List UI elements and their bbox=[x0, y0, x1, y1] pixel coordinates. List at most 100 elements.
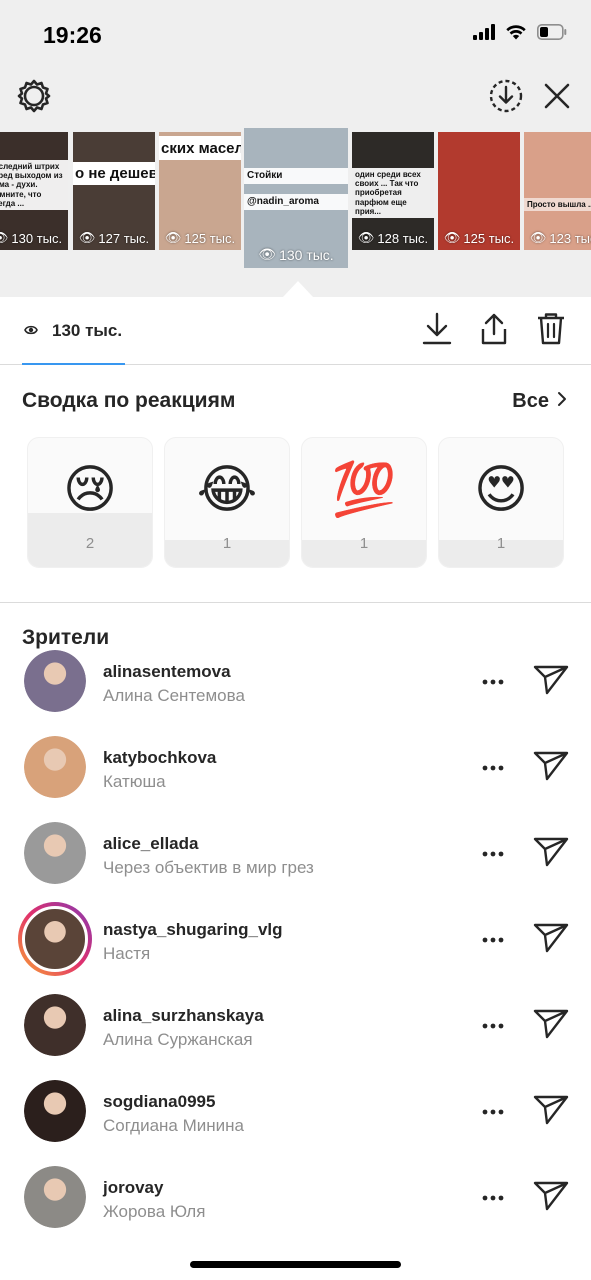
crying-face-emoji: 😢 bbox=[62, 460, 118, 520]
story-thumbnail-strip[interactable]: последний штрих перед выходом из дома - … bbox=[0, 128, 591, 273]
signal-icon bbox=[473, 24, 495, 45]
section-divider bbox=[0, 602, 591, 603]
viewer-row[interactable]: nastya_shugaring_vlg Настя bbox=[0, 896, 591, 982]
avatar[interactable] bbox=[24, 1166, 86, 1228]
viewer-more-button[interactable] bbox=[478, 666, 508, 696]
more-dots-icon bbox=[482, 1188, 504, 1206]
viewer-username[interactable]: katybochkova bbox=[103, 748, 216, 768]
reactions-summary: 😢 2 😂 1 💯 1 😍 1 bbox=[27, 437, 564, 568]
story-thumbnail-views: 👁 127 тыс. bbox=[78, 230, 150, 246]
viewer-username[interactable]: nastya_shugaring_vlg bbox=[103, 920, 283, 940]
reaction-count: 2 bbox=[85, 535, 95, 552]
viewer-more-button[interactable] bbox=[478, 752, 508, 782]
story-thumbnail[interactable]: о не дешевая за 1190Р за 👁127 тыс. bbox=[73, 132, 155, 250]
avatar[interactable] bbox=[18, 902, 92, 976]
eye-icon: 👁 bbox=[357, 230, 375, 245]
trash-icon bbox=[536, 312, 566, 351]
home-indicator[interactable] bbox=[190, 1261, 401, 1268]
download-button[interactable] bbox=[419, 312, 455, 351]
viewer-more-button[interactable] bbox=[478, 838, 508, 868]
send-message-button[interactable] bbox=[531, 834, 571, 874]
reaction-card[interactable]: 💯 1 bbox=[301, 437, 427, 568]
send-message-button[interactable] bbox=[531, 920, 571, 960]
viewer-username[interactable]: sogdiana0995 bbox=[103, 1092, 215, 1112]
paper-plane-icon bbox=[533, 1180, 569, 1217]
viewer-username[interactable]: alice_ellada bbox=[103, 834, 198, 854]
hundred-points-emoji: 💯 bbox=[331, 460, 397, 520]
story-thumbnail-caption: @nadin_aroma bbox=[244, 194, 348, 210]
share-button[interactable] bbox=[476, 313, 512, 349]
reaction-card[interactable]: 😍 1 bbox=[438, 437, 564, 568]
avatar[interactable] bbox=[24, 650, 86, 712]
story-thumbnail-caption: ских масел🔥 @nadin_a bbox=[159, 136, 241, 160]
reaction-card[interactable]: 😢 2 bbox=[27, 437, 153, 568]
story-thumbnail[interactable]: один среди всех своих ... Так что приобр… bbox=[352, 132, 434, 250]
more-dots-icon bbox=[482, 844, 504, 862]
viewer-more-button[interactable] bbox=[478, 1010, 508, 1040]
story-stats-bar: 130 тыс. bbox=[0, 297, 591, 365]
paper-plane-icon bbox=[533, 1094, 569, 1131]
viewer-full-name: Алина Сентемова bbox=[103, 686, 245, 705]
status-bar: 19:26 bbox=[0, 0, 591, 70]
delete-button[interactable] bbox=[533, 312, 569, 351]
avatar[interactable] bbox=[24, 736, 86, 798]
story-thumbnail-views: 👁 130 тыс. bbox=[0, 230, 68, 246]
avatar[interactable] bbox=[24, 1080, 86, 1142]
story-thumbnail-views: 👁 128 тыс. bbox=[357, 230, 429, 246]
avatar[interactable] bbox=[24, 994, 86, 1056]
eye-icon bbox=[24, 321, 38, 341]
paper-plane-icon bbox=[533, 1008, 569, 1045]
send-message-button[interactable] bbox=[531, 1178, 571, 1218]
viewer-username[interactable]: alinasentemova bbox=[103, 662, 231, 682]
story-thumbnail-caption: Стойки bbox=[244, 168, 348, 184]
viewer-full-name: Алина Суржанская bbox=[103, 1030, 253, 1049]
see-all-reactions-link[interactable]: Все bbox=[512, 390, 567, 413]
viewer-more-button[interactable] bbox=[478, 1182, 508, 1212]
send-message-button[interactable] bbox=[531, 748, 571, 788]
viewer-more-button[interactable] bbox=[478, 1096, 508, 1126]
paper-plane-icon bbox=[533, 836, 569, 873]
more-dots-icon bbox=[482, 1016, 504, 1034]
story-thumbnail[interactable]: ских масел🔥 @nadin_a 👁125 тыс. bbox=[159, 132, 241, 250]
viewer-row[interactable]: alina_surzhanskaya Алина Суржанская bbox=[0, 982, 591, 1068]
viewer-row[interactable]: alinasentemova Алина Сентемова bbox=[0, 638, 591, 724]
more-dots-icon bbox=[482, 1102, 504, 1120]
story-header-area: 19:26 следний штрих ред выходом из ма - … bbox=[0, 0, 591, 297]
viewer-full-name: Через объектив в мир грез bbox=[103, 858, 314, 877]
story-thumbnail-views: 👁 130 тыс. bbox=[258, 246, 334, 263]
story-thumbnail-views: 👁 125 тыс. bbox=[164, 230, 236, 246]
eye-icon: 👁 bbox=[258, 246, 277, 262]
reaction-card[interactable]: 😂 1 bbox=[164, 437, 290, 568]
share-icon bbox=[479, 312, 509, 351]
reactions-summary-title: Сводка по реакциям bbox=[22, 389, 236, 412]
eye-icon: 👁 bbox=[164, 230, 182, 245]
viewer-row[interactable]: katybochkova Катюша bbox=[0, 724, 591, 810]
views-tab[interactable]: 130 тыс. bbox=[24, 321, 122, 341]
send-message-button[interactable] bbox=[531, 662, 571, 702]
paper-plane-icon bbox=[533, 922, 569, 959]
reaction-count: 1 bbox=[359, 535, 369, 552]
send-message-button[interactable] bbox=[531, 1006, 571, 1046]
tears-of-joy-emoji: 😂 bbox=[196, 460, 258, 520]
send-message-button[interactable] bbox=[531, 1092, 571, 1132]
story-thumbnail[interactable]: последний штрих перед выходом из дома - … bbox=[0, 132, 68, 250]
reaction-count: 1 bbox=[222, 535, 232, 552]
viewer-username[interactable]: jorovay bbox=[103, 1178, 163, 1198]
viewer-row[interactable]: alice_ellada Через объектив в мир грез bbox=[0, 810, 591, 896]
settings-button[interactable] bbox=[14, 78, 54, 118]
download-icon bbox=[422, 312, 452, 351]
save-to-archive-button[interactable] bbox=[486, 78, 526, 118]
views-count: 130 тыс. bbox=[52, 321, 123, 340]
story-thumbnail-caption: Просто вышла ... bbox=[524, 198, 591, 212]
viewer-row[interactable]: sogdiana0995 Согдиана Минина bbox=[0, 1068, 591, 1154]
viewer-more-button[interactable] bbox=[478, 924, 508, 954]
story-thumbnail-active[interactable]: Стойки @nadin_aroma 👁 130 тыс. bbox=[244, 128, 348, 268]
battery-icon bbox=[537, 24, 567, 45]
close-button[interactable] bbox=[537, 78, 577, 118]
viewer-username[interactable]: alina_surzhanskaya bbox=[103, 1006, 264, 1026]
avatar[interactable] bbox=[24, 822, 86, 884]
selected-story-pointer bbox=[283, 281, 313, 297]
viewer-row[interactable]: jorovay Жорова Юля bbox=[0, 1154, 591, 1240]
story-thumbnail[interactable]: Просто вышла ... 👁123 тыс. bbox=[524, 132, 591, 250]
story-thumbnail[interactable]: 👁 125 тыс. bbox=[438, 132, 520, 250]
